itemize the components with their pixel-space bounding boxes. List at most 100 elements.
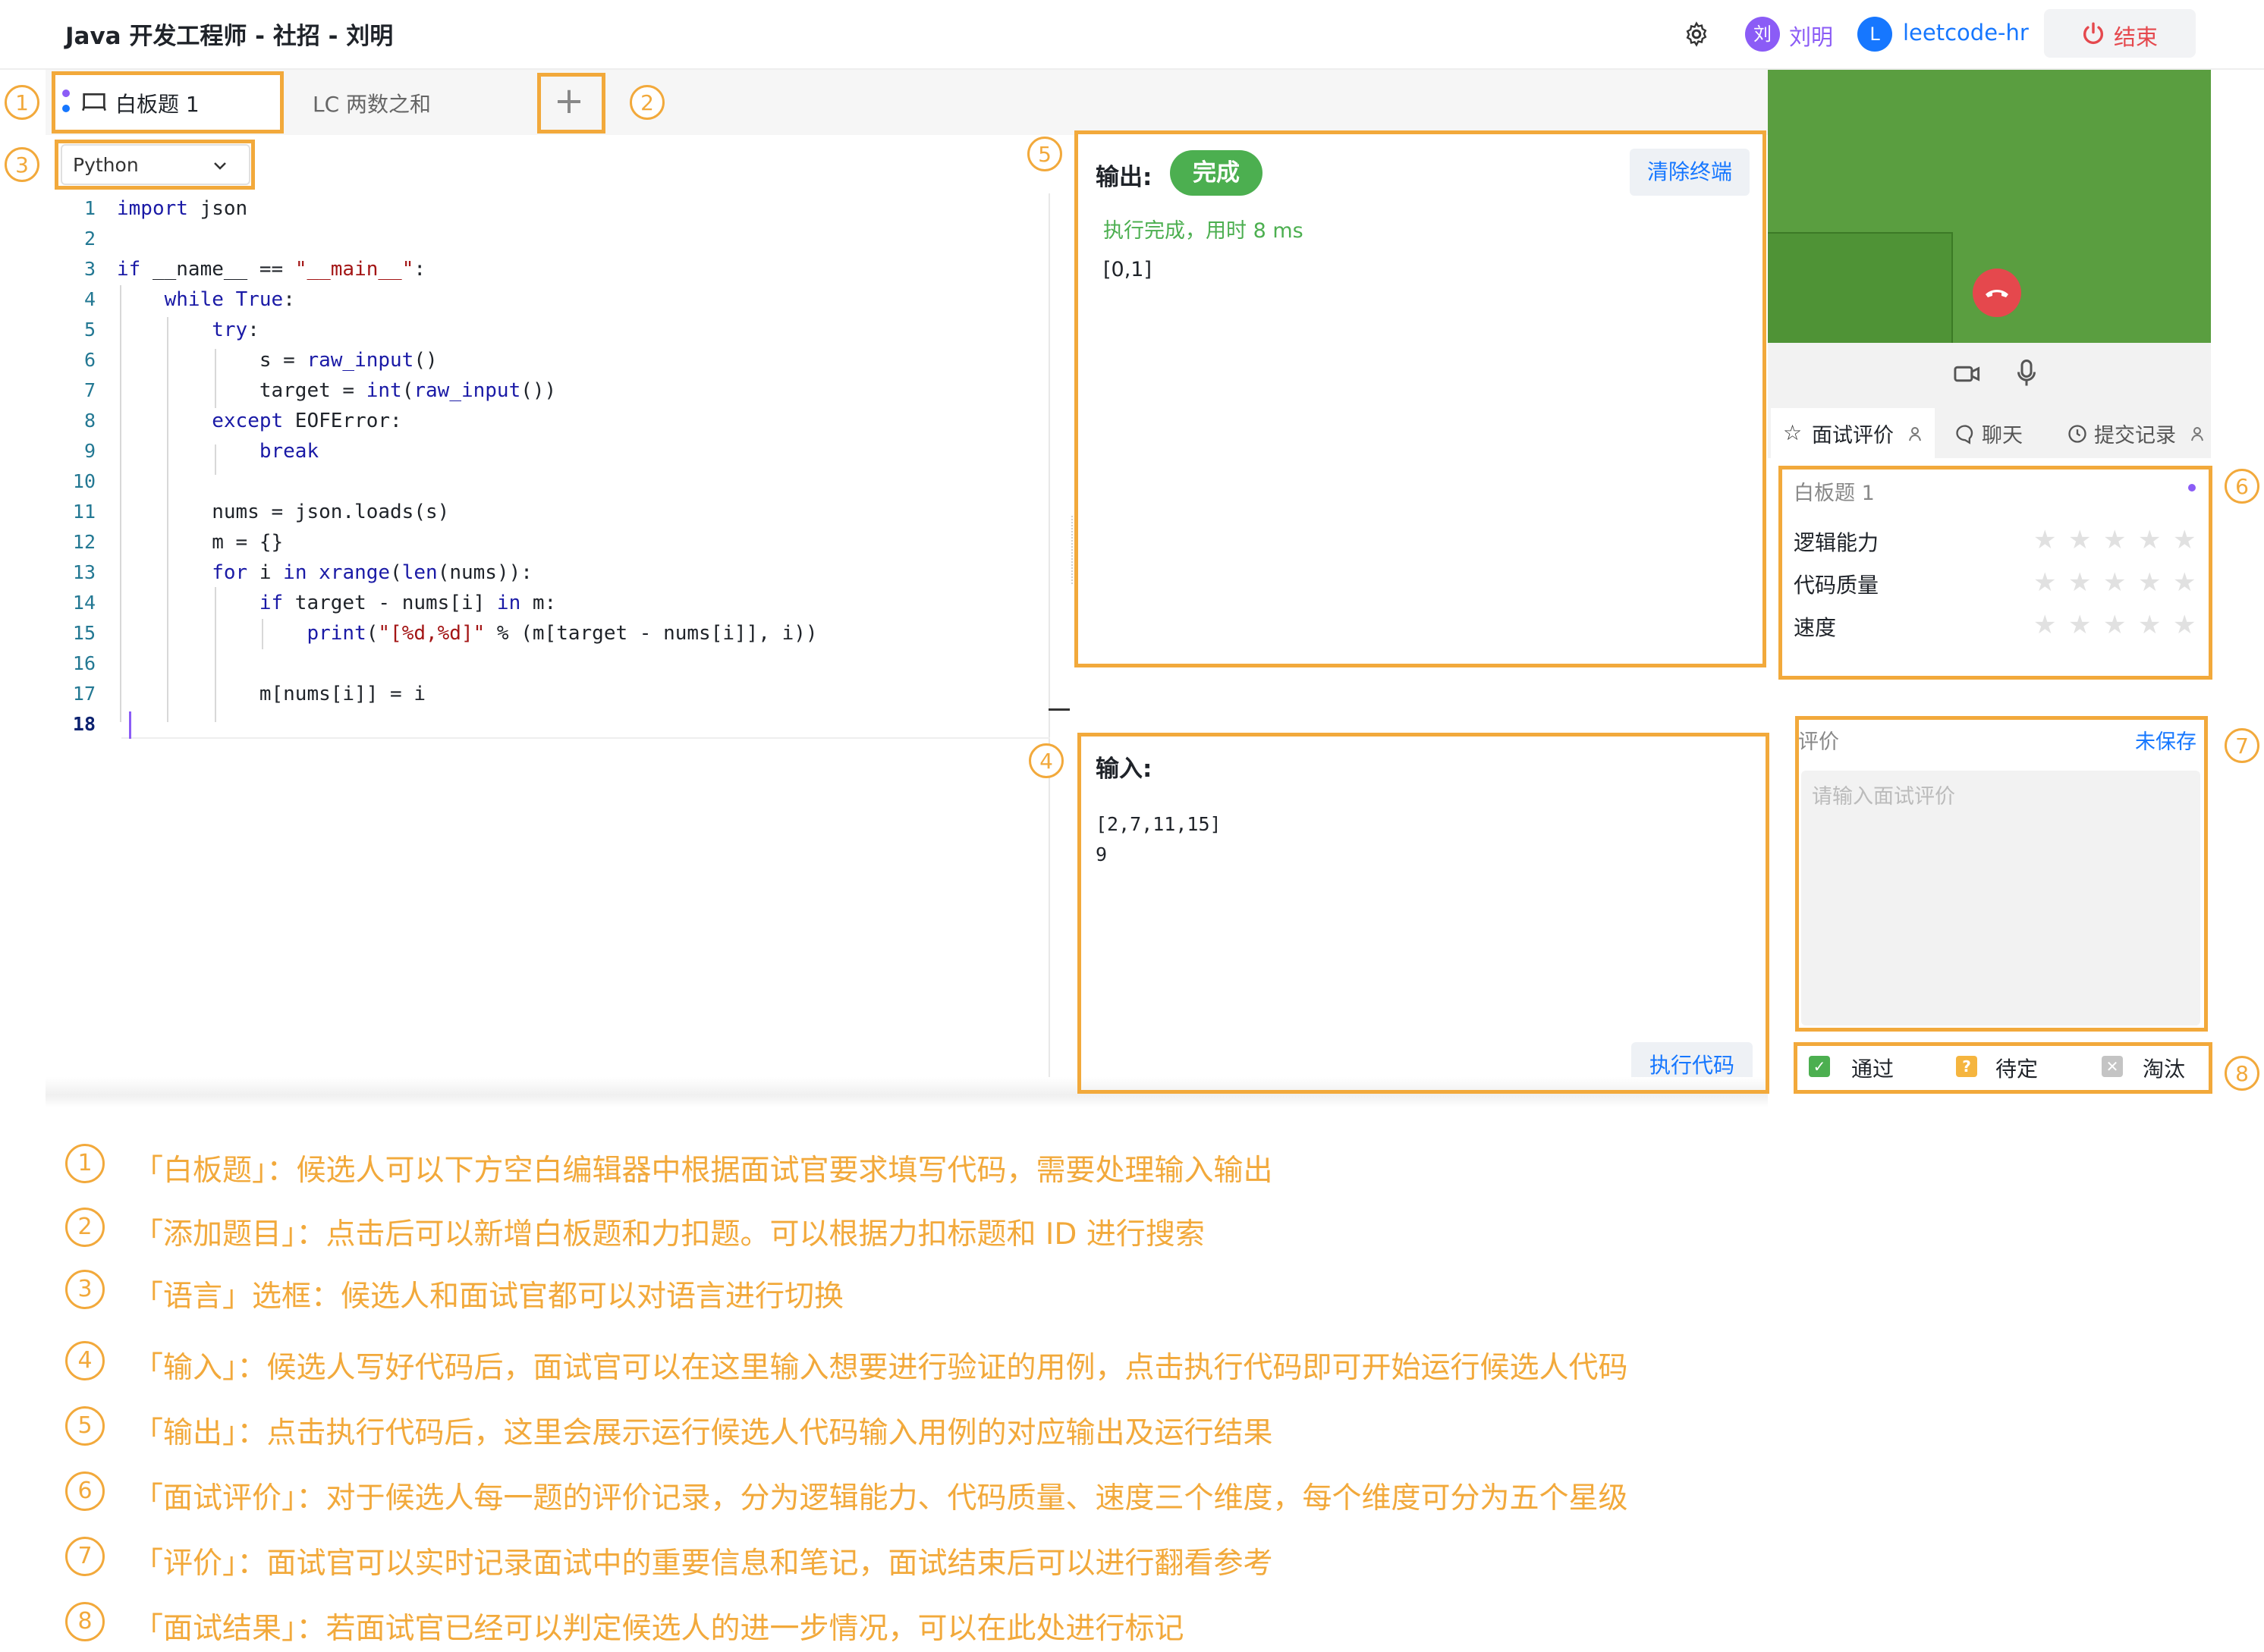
note-text: 「语言」选框：候选人和面试官都可以对语言进行切换 xyxy=(134,1280,844,1314)
star-icon[interactable]: ★ xyxy=(2068,525,2091,555)
editor-overview-mark xyxy=(1049,708,1070,711)
language-select[interactable]: Python xyxy=(61,144,250,185)
code-line: for i in xrange(len(nums)): xyxy=(212,561,533,584)
chevron-down-icon xyxy=(211,156,229,174)
star-icon[interactable]: ★ xyxy=(2173,525,2196,555)
criterion-label: 逻辑能力 xyxy=(1794,530,1879,555)
line-number: 10 xyxy=(72,470,96,492)
code-line: while True: xyxy=(164,288,295,311)
check-square-icon: ✓ xyxy=(1809,1056,1830,1077)
status-dots xyxy=(62,90,70,115)
star-icon[interactable]: ★ xyxy=(2173,567,2196,598)
clock-icon xyxy=(2067,423,2088,444)
code-line: break xyxy=(259,440,319,463)
line-number: 11 xyxy=(72,501,96,523)
microphone-icon[interactable] xyxy=(2015,358,2038,388)
legend-note-2: 2 「添加题目」：点击后可以新增白板题和力扣题。可以根据力扣标题和 ID 进行搜… xyxy=(0,1208,2264,1253)
comment-save-status[interactable]: 未保存 xyxy=(2135,725,2196,755)
star-icon[interactable]: ★ xyxy=(2103,525,2126,555)
clear-terminal-button[interactable]: 清除终端 xyxy=(1630,149,1750,196)
input-panel[interactable] xyxy=(1079,734,1766,1091)
star-icon[interactable]: ★ xyxy=(2138,525,2161,555)
note-marker: 7 xyxy=(65,1537,105,1576)
marker-4: 4 xyxy=(1029,743,1064,778)
marker-3: 3 xyxy=(5,147,39,182)
comment-textarea[interactable]: 请输入面试评价 xyxy=(1801,771,2200,1025)
line-number: 2 xyxy=(83,228,96,250)
star-icon[interactable]: ★ xyxy=(2173,610,2196,640)
line-number: 3 xyxy=(83,258,96,280)
line-number: 12 xyxy=(72,531,96,553)
star-icon[interactable]: ★ xyxy=(2033,610,2056,640)
star-icon[interactable]: ★ xyxy=(2068,567,2091,598)
code-line: if __name__ == "__main__": xyxy=(117,258,426,281)
comment-label: 评价 xyxy=(1798,730,1839,754)
line-number: 8 xyxy=(83,410,96,432)
line-number: 13 xyxy=(72,561,96,583)
code-line: if target - nums[i] in m: xyxy=(259,592,557,614)
page-title: Java 开发工程师 - 社招 - 刘明 xyxy=(65,23,394,50)
note-text: 「输出」：点击执行代码后，这里会展示运行候选人代码输入用例的对应输出及运行结果 xyxy=(134,1416,1273,1450)
marker-5: 5 xyxy=(1027,137,1062,171)
line-number: 16 xyxy=(72,652,96,674)
line-number: 15 xyxy=(72,622,96,644)
code-line: target = int(raw_input()) xyxy=(117,379,557,402)
star-icon[interactable]: ★ xyxy=(2103,567,2126,598)
settings-gear-icon[interactable] xyxy=(1683,20,1710,48)
star-icon[interactable]: ★ xyxy=(2103,610,2126,640)
star-rating[interactable]: ★ ★ ★ ★ ★ xyxy=(2033,523,2203,558)
end-interview-button[interactable]: 结束 xyxy=(2044,9,2196,58)
input-line: 9 xyxy=(1096,843,1108,865)
star-rating[interactable]: ★ ★ ★ ★ ★ xyxy=(2033,608,2203,643)
criterion-label: 代码质量 xyxy=(1794,573,1879,598)
note-text: 「评价」：面试官可以实时记录面试中的重要信息和笔记，面试结束后可以进行翻看参考 xyxy=(134,1547,1273,1581)
text-cursor xyxy=(129,711,131,739)
star-icon[interactable]: ★ xyxy=(2033,525,2056,555)
result-pass-option[interactable]: ✓ 通过 xyxy=(1809,1051,1923,1082)
whiteboard-icon xyxy=(82,91,106,114)
code-line: except EOFError: xyxy=(212,410,402,432)
candidate-name[interactable]: 刘明 xyxy=(1789,20,1833,52)
execution-message: 执行完成，用时 8 ms xyxy=(1103,219,1303,243)
camera-icon[interactable] xyxy=(1953,361,1982,387)
tab-evaluation[interactable]: ☆ 面试评价 xyxy=(1771,408,1935,458)
star-icon[interactable]: ★ xyxy=(2138,567,2161,598)
result-reject-option[interactable]: ✕ 淘汰 xyxy=(2102,1051,2215,1082)
output-result: [0,1] xyxy=(1103,258,1152,281)
video-controls xyxy=(1768,343,2211,405)
comment-placeholder: 请输入面试评价 xyxy=(1812,785,1955,809)
line-number: 4 xyxy=(83,288,96,310)
tab-chat[interactable]: 聊天 xyxy=(1945,408,2052,458)
note-text: 「输入」：候选人写好代码后，面试官可以在这里输入想要进行验证的用例，点击执行代码… xyxy=(134,1351,1628,1385)
add-tab-button[interactable]: + xyxy=(539,74,599,130)
star-rating[interactable]: ★ ★ ★ ★ ★ xyxy=(2033,566,2203,601)
hr-name[interactable]: leetcode-hr xyxy=(1903,20,2029,46)
code-line: s = raw_input() xyxy=(117,349,438,372)
star-icon[interactable]: ★ xyxy=(2068,610,2091,640)
note-marker: 1 xyxy=(65,1144,105,1183)
question-square-icon: ? xyxy=(1956,1056,1977,1077)
note-text: 「面试评价」：对于候选人每一题的评价记录，分为逻辑能力、代码质量、速度三个维度，… xyxy=(134,1481,1628,1515)
result-pending-option[interactable]: ? 待定 xyxy=(1956,1051,2070,1082)
legend-note-7: 7 「评价」：面试官可以实时记录面试中的重要信息和笔记，面试结束后可以进行翻看参… xyxy=(0,1537,2264,1582)
tab-submission-history[interactable]: 提交记录 xyxy=(2059,408,2211,458)
editor-scrollbar[interactable] xyxy=(1049,193,1050,1096)
star-icon[interactable]: ★ xyxy=(2033,567,2056,598)
tab-lc-two-sum[interactable]: LC 两数之和 xyxy=(288,73,516,132)
panel-resizer[interactable] xyxy=(1071,516,1076,584)
code-line: print("[%d,%d]" % (m[target - nums[i]], … xyxy=(307,622,818,645)
x-square-icon: ✕ xyxy=(2102,1056,2123,1077)
code-line: m[nums[i]] = i xyxy=(117,683,426,705)
hr-avatar: L xyxy=(1857,17,1892,52)
star-icon[interactable]: ★ xyxy=(2138,610,2161,640)
end-label: 结束 xyxy=(2114,24,2159,50)
editor-bottom-divider xyxy=(121,737,1050,739)
line-number: 6 xyxy=(83,349,96,371)
hangup-button[interactable] xyxy=(1973,269,2021,317)
legend-note-5: 5 「输出」：点击执行代码后，这里会展示运行候选人代码输入用例的对应输出及运行结… xyxy=(0,1406,2264,1452)
line-number: 18 xyxy=(72,713,96,735)
legend-note-8: 8 「面试结果」：若面试官已经可以判定候选人的进一步情况，可以在此处进行标记 xyxy=(0,1602,2264,1647)
language-value: Python xyxy=(73,154,139,176)
input-line: [2,7,11,15] xyxy=(1096,813,1222,835)
tab-whiteboard-1[interactable]: 白板题 1 xyxy=(53,73,281,132)
